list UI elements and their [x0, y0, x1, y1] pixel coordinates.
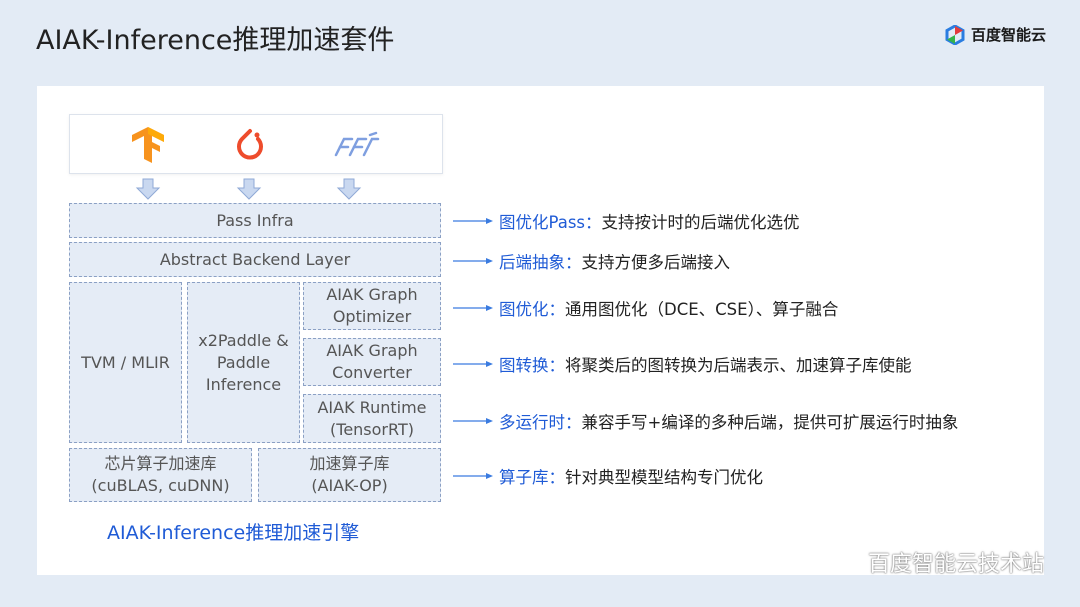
framework-row	[69, 114, 443, 174]
paddle-icon	[334, 131, 380, 157]
abstract-backend-box: Abstract Backend Layer	[69, 242, 441, 277]
arrow-right-icon	[453, 258, 493, 264]
tvm-mlir-box: TVM / MLIR	[69, 282, 182, 443]
annotation-graph-convert: 图转换： 将聚类后的图转换为后端表示、加速算子库使能	[453, 352, 912, 376]
annotation-text: 针对典型模型结构专门优化	[565, 468, 763, 487]
annotation-key: 算子库：	[499, 468, 565, 487]
annotation-op-lib: 算子库： 针对典型模型结构专门优化	[453, 464, 763, 488]
baidu-cloud-icon	[945, 24, 965, 45]
annotation-key: 后端抽象：	[499, 253, 582, 272]
pytorch-icon	[237, 129, 263, 160]
page-title: AIAK-Inference推理加速套件	[36, 25, 395, 56]
graph-optimizer-box: AIAK Graph Optimizer	[303, 282, 441, 330]
graph-converter-box: AIAK Graph Converter	[303, 338, 441, 386]
arrow-right-icon	[453, 418, 493, 424]
annotation-multi-runtime: 多运行时： 兼容手写+编译的多种后端，提供可扩展运行时抽象	[453, 409, 958, 433]
watermark: 百度智能云技术站	[834, 546, 1044, 578]
x2paddle-box: x2Paddle & Paddle Inference	[187, 282, 300, 443]
annotation-key: 图优化Pass：	[499, 213, 602, 232]
tensorflow-icon	[132, 127, 164, 163]
watermark-text: 百度智能云技术站	[867, 552, 1044, 577]
brand-name: 百度智能云	[970, 26, 1046, 44]
annotation-graph-optimize: 图优化： 通用图优化（DCE、CSE）、算子融合	[453, 296, 838, 320]
annotation-key: 图优化：	[499, 300, 565, 319]
arrow-down-icon	[236, 178, 262, 200]
annotation-text: 将聚类后的图转换为后端表示、加速算子库使能	[565, 356, 912, 375]
annotation-text: 支持方便多后端接入	[581, 253, 731, 272]
runtime-box: AIAK Runtime (TensorRT)	[303, 394, 441, 443]
engine-title: AIAK-Inference推理加速引擎	[107, 522, 360, 544]
arrow-right-icon	[453, 361, 493, 367]
annotation-key: 图转换：	[499, 356, 565, 375]
annotation-key: 多运行时：	[499, 413, 582, 432]
arrow-down-icon	[336, 178, 362, 200]
arrow-down-icon	[135, 178, 161, 200]
accel-op-lib-box: 加速算子库 (AIAK-OP)	[258, 448, 441, 502]
wechat-icon	[834, 551, 861, 572]
brand-logo: 百度智能云	[945, 24, 1046, 45]
arrow-right-icon	[453, 305, 493, 311]
annotation-text: 支持按计时的后端优化选优	[601, 213, 800, 232]
chip-op-lib-box: 芯片算子加速库 (cuBLAS, cuDNN)	[69, 448, 252, 502]
annotation-graph-pass: 图优化Pass： 支持按计时的后端优化选优	[453, 209, 800, 233]
annotation-text: 通用图优化（DCE、CSE）、算子融合	[565, 300, 839, 319]
arrow-right-icon	[453, 218, 493, 224]
annotation-backend-abstraction: 后端抽象： 支持方便多后端接入	[453, 249, 730, 273]
pass-infra-box: Pass Infra	[69, 203, 441, 238]
annotation-text: 兼容手写+编译的多种后端，提供可扩展运行时抽象	[581, 413, 959, 432]
arrow-right-icon	[453, 473, 493, 479]
